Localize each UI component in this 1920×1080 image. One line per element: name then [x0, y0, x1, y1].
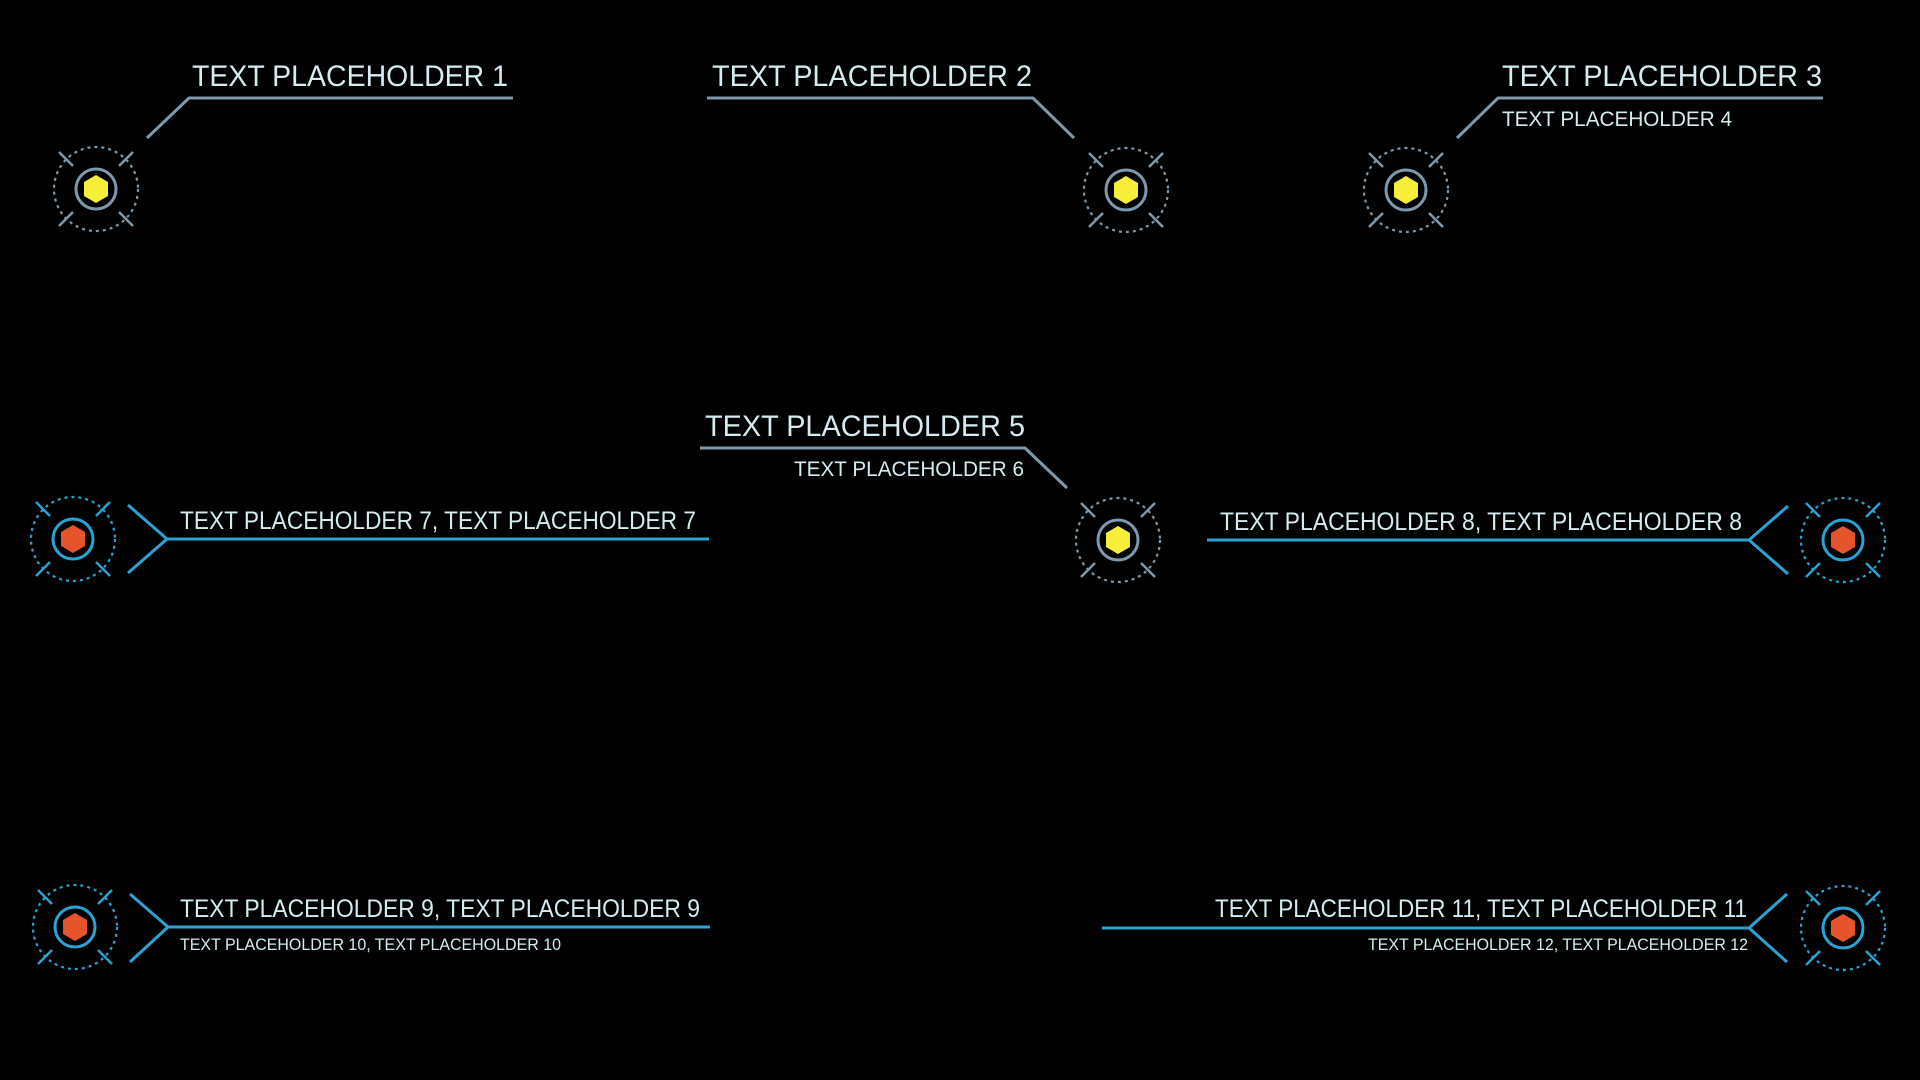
chevron-icon: [1746, 892, 1789, 964]
orange-hexagon-target-icon[interactable]: [1799, 496, 1887, 584]
callout-7: TEXT PLACEHOLDER 7, TEXT PLACEHOLDER 7: [29, 495, 709, 583]
callout-title: TEXT PLACEHOLDER 5: [705, 410, 1025, 443]
callout-8: TEXT PLACEHOLDER 8, TEXT PLACEHOLDER 8: [1207, 496, 1887, 584]
yellow-hexagon-target-icon[interactable]: [1074, 496, 1162, 584]
callout-5: TEXT PLACEHOLDER 5 TEXT PLACEHOLDER 6: [700, 410, 1162, 584]
callout-canvas: TEXT PLACEHOLDER 1 TEXT PLACEHOLDER 2 TE…: [29, 60, 1887, 972]
orange-hexagon-target-icon[interactable]: [29, 495, 117, 583]
callout-subtitle: TEXT PLACEHOLDER 12, TEXT PLACEHOLDER 12: [1368, 935, 1748, 954]
callout-title: TEXT PLACEHOLDER 1: [192, 60, 508, 93]
callout-1: TEXT PLACEHOLDER 1: [52, 60, 513, 233]
callout-subtitle: TEXT PLACEHOLDER 6: [794, 458, 1024, 481]
orange-hexagon-target-icon[interactable]: [31, 883, 119, 971]
callout-9: TEXT PLACEHOLDER 9, TEXT PLACEHOLDER 9 T…: [31, 883, 710, 971]
callout-title: TEXT PLACEHOLDER 2: [712, 60, 1032, 93]
yellow-hexagon-target-icon[interactable]: [1082, 146, 1170, 234]
chevron-icon: [128, 892, 171, 964]
leader-line: [145, 96, 513, 140]
callout-subtitle: TEXT PLACEHOLDER 10, TEXT PLACEHOLDER 10: [180, 935, 561, 954]
callout-title: TEXT PLACEHOLDER 3: [1502, 60, 1822, 93]
yellow-hexagon-target-icon[interactable]: [1362, 146, 1450, 234]
callout-subtitle: TEXT PLACEHOLDER 4: [1502, 108, 1732, 131]
callout-11: TEXT PLACEHOLDER 11, TEXT PLACEHOLDER 11…: [1102, 884, 1887, 972]
chevron-icon: [1746, 504, 1789, 576]
callout-2: TEXT PLACEHOLDER 2: [707, 60, 1170, 234]
chevron-icon: [127, 503, 170, 575]
yellow-hexagon-target-icon[interactable]: [52, 145, 140, 233]
callout-title: TEXT PLACEHOLDER 8, TEXT PLACEHOLDER 8: [1220, 508, 1742, 536]
callout-title: TEXT PLACEHOLDER 7, TEXT PLACEHOLDER 7: [180, 507, 696, 535]
orange-hexagon-target-icon[interactable]: [1799, 884, 1887, 972]
callout-title: TEXT PLACEHOLDER 11, TEXT PLACEHOLDER 11: [1215, 895, 1747, 923]
leader-line: [707, 96, 1076, 140]
callout-3: TEXT PLACEHOLDER 3 TEXT PLACEHOLDER 4: [1362, 60, 1823, 234]
callout-title: TEXT PLACEHOLDER 9, TEXT PLACEHOLDER 9: [180, 895, 700, 923]
